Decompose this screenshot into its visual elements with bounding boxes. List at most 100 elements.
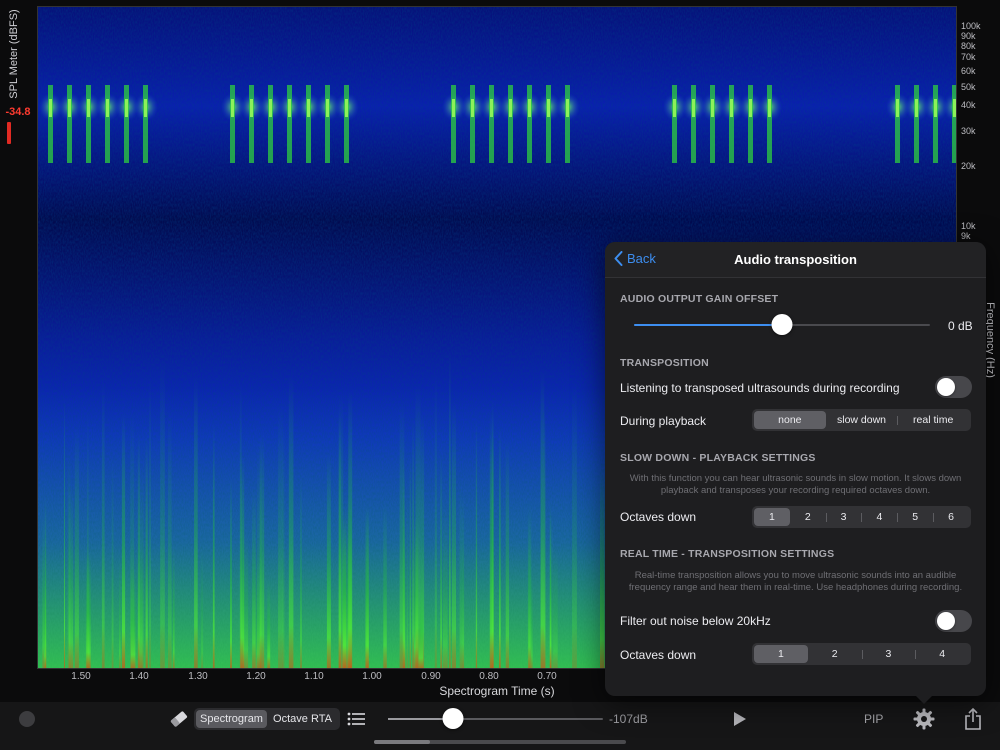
popover-arrow	[914, 694, 934, 704]
ultrasonic-call	[489, 85, 494, 163]
ultrasonic-call	[124, 85, 129, 163]
home-indicator	[374, 740, 626, 744]
ultrasonic-call	[748, 85, 753, 163]
listen-transposed-label: Listening to transposed ultrasounds duri…	[620, 381, 900, 395]
spectrogram-noise-streak	[252, 489, 256, 668]
ultrasonic-call	[767, 85, 772, 163]
real-time-octave-option[interactable]: 3	[861, 645, 916, 663]
ultrasonic-call-core	[749, 99, 752, 117]
spectrogram-noise-streak	[101, 380, 105, 668]
spectrogram-noise-streak	[553, 546, 558, 668]
ultrasonic-call	[67, 85, 72, 163]
ultrasonic-call	[546, 85, 551, 163]
filter-noise-toggle[interactable]	[935, 610, 972, 632]
play-icon[interactable]	[733, 711, 747, 727]
share-icon[interactable]	[964, 707, 982, 731]
ultrasonic-call-core	[68, 99, 71, 117]
ultrasonic-call	[48, 85, 53, 163]
ultrasonic-call	[249, 85, 254, 163]
output-gain-slider-fill	[634, 324, 782, 326]
spectrogram-noise-streak	[168, 411, 172, 668]
ultrasonic-call	[306, 85, 311, 163]
playback-mode-segmented: none slow down real time	[752, 409, 971, 431]
ultrasonic-call-core	[471, 99, 474, 117]
display-gain-slider-thumb[interactable]	[442, 708, 463, 729]
ultrasonic-call	[86, 85, 91, 163]
spectrogram-noise-streak	[459, 481, 462, 668]
toggle-knob	[937, 378, 955, 396]
spectrogram-noise-streak	[194, 376, 198, 668]
spectrogram-noise-streak	[528, 514, 531, 668]
during-playback-label: During playback	[620, 414, 707, 428]
frequency-tick: 60k	[961, 66, 976, 76]
playback-option-slow-down[interactable]: slow down	[826, 411, 898, 429]
time-tick: 0.80	[479, 671, 499, 682]
ultrasonic-call-core	[528, 99, 531, 117]
real-time-octaves-segmented: 1 2 3 4	[752, 643, 971, 665]
view-option-spectrogram[interactable]: Spectrogram	[196, 710, 267, 728]
eraser-icon[interactable]	[169, 710, 189, 728]
ultrasonic-call	[729, 85, 734, 163]
slow-down-octave-option[interactable]: 6	[933, 508, 969, 526]
spectrogram-noise-streak	[540, 370, 545, 668]
ultrasonic-call-core	[125, 99, 128, 117]
spectrogram-noise-streak	[499, 427, 501, 668]
display-gain-slider[interactable]	[388, 708, 603, 729]
ultrasonic-call-core	[106, 99, 109, 117]
ultrasonic-call	[325, 85, 330, 163]
popover-title: Audio transposition	[734, 252, 857, 267]
output-gain-slider[interactable]	[634, 314, 930, 335]
spectrogram-noise-streak	[461, 494, 465, 668]
spectrogram-noise-streak	[172, 546, 175, 668]
gear-icon[interactable]	[913, 708, 935, 730]
playback-option-real-time[interactable]: real time	[897, 411, 969, 429]
ultrasonic-call-core	[509, 99, 512, 117]
spectrogram-noise-streak	[160, 359, 165, 668]
output-gain-slider-thumb[interactable]	[771, 314, 793, 335]
slow-down-octave-option[interactable]: 3	[825, 508, 862, 526]
time-tick: 1.50	[71, 671, 91, 682]
list-icon[interactable]	[347, 711, 365, 727]
pip-button[interactable]: PIP	[864, 712, 883, 726]
ultrasonic-call-core	[934, 99, 937, 117]
frequency-tick: 40k	[961, 100, 976, 110]
view-option-octave-rta[interactable]: Octave RTA	[267, 710, 338, 728]
back-button[interactable]: Back	[614, 251, 656, 266]
spectrogram-noise-streak	[383, 504, 387, 668]
spectrogram-noise-streak	[74, 426, 79, 668]
audio-transposition-popover: Back Audio transposition AUDIO OUTPUT GA…	[605, 242, 986, 696]
spectrogram-noise-streak	[443, 504, 448, 668]
ultrasonic-call-core	[711, 99, 714, 117]
slow-down-section-header: SLOW DOWN - PLAYBACK SETTINGS	[620, 452, 816, 464]
real-time-octave-option[interactable]: 2	[808, 645, 862, 663]
spectrogram-noise-streak	[130, 568, 136, 668]
spectrogram-noise-streak	[230, 478, 232, 668]
listen-transposed-toggle[interactable]	[935, 376, 972, 398]
ultrasonic-call	[268, 85, 273, 163]
spectrogram-noise-streak	[440, 454, 443, 668]
slow-down-octave-option[interactable]: 5	[897, 508, 933, 526]
ultrasonic-call-core	[250, 99, 253, 117]
frequency-tick: 70k	[961, 52, 976, 62]
real-time-octave-option[interactable]: 1	[754, 645, 808, 663]
ultrasonic-call	[914, 85, 919, 163]
ultrasonic-call-core	[896, 99, 899, 117]
slow-down-octave-option[interactable]: 2	[790, 508, 826, 526]
ultrasonic-call	[527, 85, 532, 163]
slow-down-octave-option[interactable]: 4	[861, 508, 897, 526]
spectrogram-noise-streak	[119, 555, 121, 668]
ultrasonic-call-core	[231, 99, 234, 117]
slow-down-octave-option[interactable]: 1	[754, 508, 790, 526]
playback-option-none[interactable]: none	[754, 411, 826, 429]
spectrogram-noise-streak	[434, 372, 437, 668]
record-button[interactable]	[19, 711, 35, 727]
time-tick: 1.10	[304, 671, 324, 682]
ultrasonic-call-core	[490, 99, 493, 117]
spectrogram-noise-streak	[288, 374, 294, 668]
spectrogram-noise-streak	[139, 466, 144, 668]
transposition-section-header: TRANSPOSITION	[620, 357, 709, 369]
slow-down-description: With this function you can hear ultrason…	[629, 473, 962, 496]
real-time-octave-option[interactable]: 4	[915, 645, 969, 663]
bottom-toolbar: Spectrogram Octave RTA -107dB PIP	[0, 702, 1000, 750]
ultrasonic-call	[672, 85, 677, 163]
